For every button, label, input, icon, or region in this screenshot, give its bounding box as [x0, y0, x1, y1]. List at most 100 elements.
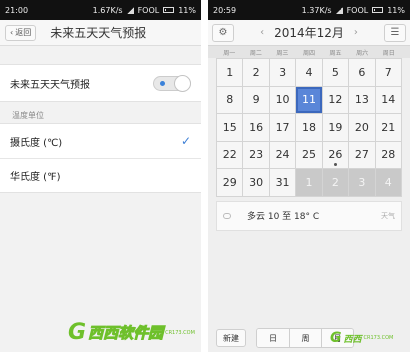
- view-week-tab[interactable]: 周: [289, 329, 321, 347]
- day-number: 6: [358, 65, 366, 79]
- forecast-setting-row[interactable]: 未来五天天气预报: [0, 64, 201, 102]
- watermark-logo: G 西西软件园 CR173.COM: [68, 320, 195, 345]
- day-number: 19: [328, 120, 343, 134]
- logo-glyph: G: [68, 320, 87, 345]
- calendar-day[interactable]: 6: [349, 59, 375, 86]
- day-number: 7: [384, 65, 392, 79]
- back-button[interactable]: ‹ 返回: [5, 24, 37, 41]
- day-number: 21: [381, 120, 396, 134]
- prev-month-button[interactable]: ‹: [260, 27, 264, 38]
- logo-title: 西西软件园: [88, 324, 164, 343]
- calendar-day-next-month[interactable]: 2: [322, 169, 349, 196]
- calendar-day[interactable]: 13: [349, 86, 375, 113]
- calendar-day[interactable]: 8: [217, 86, 243, 113]
- calendar-day[interactable]: 21: [375, 114, 401, 141]
- back-label: 返回: [15, 28, 32, 37]
- calendar-day[interactable]: 15: [217, 114, 243, 141]
- calendar-day[interactable]: 9: [243, 86, 269, 113]
- weather-summary[interactable]: 多云 10 至 18° C 天气: [216, 200, 402, 231]
- calendar-day[interactable]: 3: [269, 59, 296, 86]
- toggle-on-indicator: [160, 80, 165, 86]
- calendar-day[interactable]: 14: [375, 86, 401, 113]
- day-number: 30: [249, 175, 264, 189]
- unit-option-celsius[interactable]: 摄氏度 (℃) ✓: [0, 124, 201, 158]
- calendar-day[interactable]: 18: [296, 114, 322, 141]
- day-number: 1: [226, 65, 234, 79]
- day-number: 2: [252, 65, 260, 79]
- battery-level: 11%: [178, 5, 196, 15]
- title-bar: ‹ 返回 未来五天天气预报: [0, 20, 201, 46]
- weekday-label: 周三: [276, 49, 289, 57]
- day-number: 2: [331, 175, 339, 189]
- calendar-grid: 1 2 3 4 5 6 7 8 9 10 11 12 13 14 15 16 17 18 19 20 21 22 23 24 2…: [216, 58, 402, 197]
- weekday-label: 周日: [382, 49, 395, 57]
- day-number: 4: [305, 65, 313, 79]
- day-number: 24: [275, 148, 290, 162]
- calendar-day-next-month[interactable]: 1: [296, 169, 322, 196]
- day-number: 4: [384, 175, 392, 189]
- calendar-day[interactable]: 5: [322, 59, 349, 86]
- calendar-day[interactable]: 1: [217, 59, 243, 86]
- calendar-day[interactable]: 30: [243, 169, 269, 196]
- status-bar: 21:00 1.67K/s FOOL 11%: [0, 0, 201, 20]
- day-number: 16: [249, 120, 264, 134]
- weather-tag: 天气: [381, 211, 395, 220]
- calendar-day[interactable]: 17: [269, 114, 296, 141]
- calendar-day[interactable]: 4: [296, 59, 322, 86]
- calendar-day[interactable]: 27: [349, 141, 375, 168]
- calendar-day[interactable]: 16: [243, 114, 269, 141]
- calendar-day[interactable]: 25: [296, 141, 322, 168]
- logo-subtitle: CR173.COM: [165, 329, 195, 336]
- day-number: 12: [328, 93, 343, 107]
- calendar-day[interactable]: 23: [243, 141, 269, 168]
- logo-glyph: G: [330, 330, 342, 346]
- weekday-label: 周一: [223, 49, 236, 57]
- calendar-day[interactable]: 26: [322, 141, 349, 168]
- day-number: 22: [222, 148, 237, 162]
- status-bar: 20:59 1.37K/s FOOL 11%: [208, 0, 410, 20]
- logo-title: 西西: [343, 334, 362, 345]
- calendar-day[interactable]: 2: [243, 59, 269, 86]
- calendar-day[interactable]: 29: [217, 169, 243, 196]
- settings-button[interactable]: ⚙: [212, 23, 234, 42]
- calendar-day-next-month[interactable]: 4: [375, 169, 401, 196]
- view-day-tab[interactable]: 日: [257, 329, 289, 347]
- day-number: 31: [275, 175, 290, 189]
- calendar-day[interactable]: 20: [349, 114, 375, 141]
- weekday-header: 周一 周二 周三 周四 周五 周六 周日: [208, 46, 410, 58]
- day-number: 5: [331, 65, 339, 79]
- signal-icon: [126, 6, 134, 14]
- calendar-day[interactable]: 22: [217, 141, 243, 168]
- calendar-day[interactable]: 10: [269, 86, 296, 113]
- calendar-day[interactable]: 19: [322, 114, 349, 141]
- day-number: 15: [222, 120, 237, 134]
- calendar-day[interactable]: 28: [375, 141, 401, 168]
- forecast-toggle[interactable]: [153, 74, 191, 92]
- calendar-day[interactable]: 31: [269, 169, 296, 196]
- day-number: 25: [301, 148, 316, 162]
- day-number: 3: [279, 65, 287, 79]
- calendar-day[interactable]: 7: [375, 59, 401, 86]
- calendar-day-selected[interactable]: 11: [296, 86, 322, 113]
- next-month-button[interactable]: ›: [354, 27, 358, 38]
- day-number: 3: [358, 175, 366, 189]
- day-number: 11: [301, 93, 316, 107]
- calendar-day[interactable]: 24: [269, 141, 296, 168]
- weekday-label: 周五: [329, 49, 342, 57]
- day-number: 13: [354, 93, 369, 107]
- weekday-label: 周二: [249, 49, 262, 57]
- day-number: 9: [252, 93, 260, 107]
- calendar-day-next-month[interactable]: 3: [349, 169, 375, 196]
- month-title: 2014年12月: [274, 26, 344, 40]
- day-number: 26: [328, 148, 343, 162]
- toggle-knob: [174, 74, 191, 92]
- chevron-left-icon: ‹: [10, 28, 14, 37]
- calendar-day[interactable]: 12: [322, 86, 349, 113]
- status-time: 21:00: [5, 5, 29, 15]
- gear-icon: ⚙: [218, 27, 228, 38]
- unit-option-fahrenheit[interactable]: 华氏度 (℉): [0, 158, 201, 192]
- new-event-button[interactable]: 新建: [216, 329, 246, 347]
- day-number: 10: [275, 93, 290, 107]
- menu-button[interactable]: ☰: [384, 23, 406, 42]
- weekday-label: 周六: [356, 49, 369, 57]
